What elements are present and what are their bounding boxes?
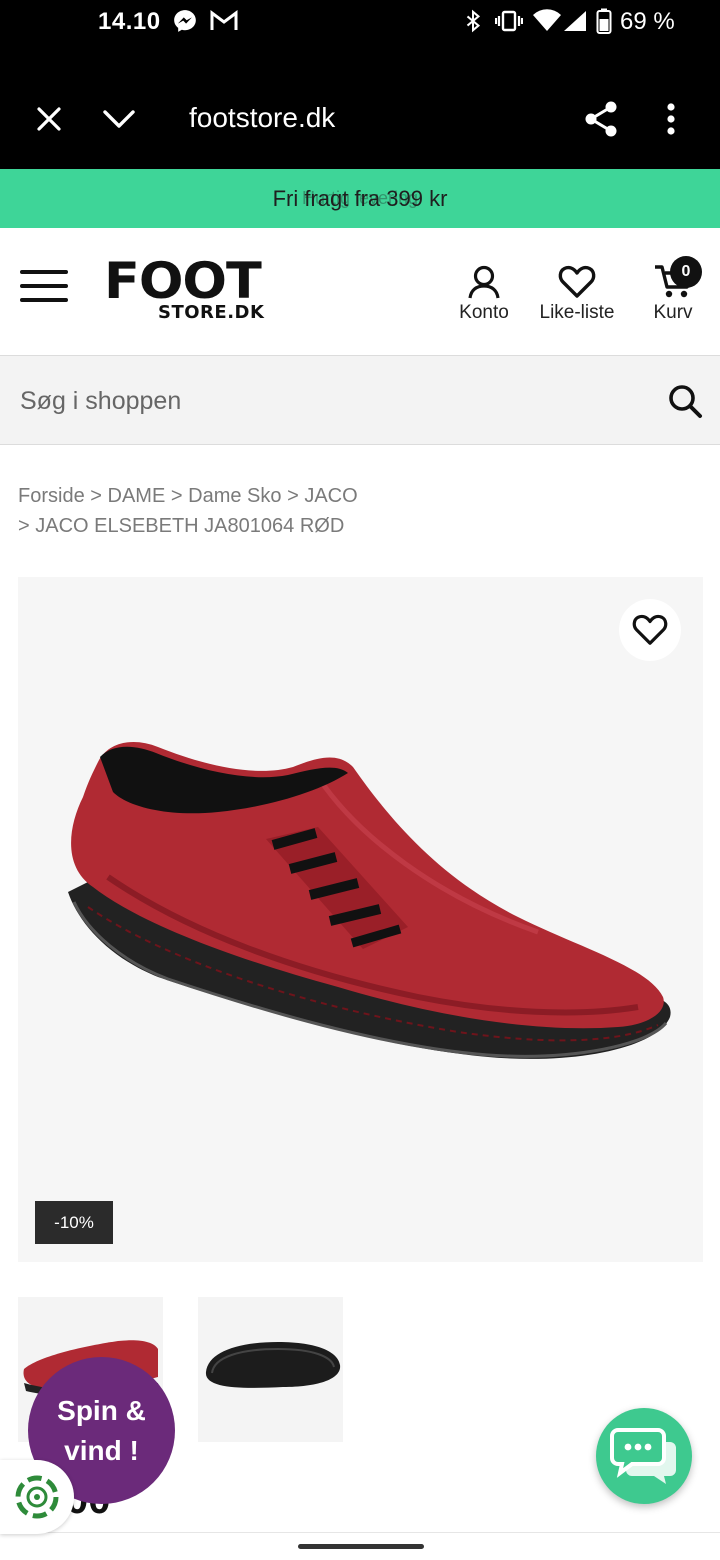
battery-icon [596, 8, 612, 34]
hamburger-line [20, 298, 68, 302]
breadcrumb-separator: > [18, 515, 30, 537]
red-shoe-image [68, 742, 671, 1059]
status-bar: 14.10 69 % [0, 0, 720, 44]
more-vert-icon[interactable] [660, 100, 682, 138]
spin-line-1: Spin & [57, 1394, 146, 1426]
account-label: Konto [459, 302, 509, 323]
heart-icon [558, 265, 596, 298]
battery-percent: 69 % [620, 8, 675, 35]
chat-bubble-icon [610, 1428, 676, 1484]
home-indicator[interactable] [298, 1544, 424, 1549]
signal-icon [562, 8, 588, 34]
logo-store-text: STORE.DK [158, 302, 265, 323]
product-image[interactable]: -10% [18, 577, 703, 1262]
user-icon [468, 265, 500, 299]
breadcrumb-current: JACO ELSEBETH JA801064 RØD [35, 515, 345, 537]
discount-badge: -10% [35, 1201, 113, 1244]
breadcrumb-item-jaco[interactable]: JACO [304, 485, 357, 507]
breadcrumb-item-dame[interactable]: DAME [108, 485, 166, 507]
wishlist-button[interactable]: Like-liste [530, 264, 624, 324]
bluetooth-icon [462, 8, 484, 34]
shoe-sole-thumbnail [205, 1342, 341, 1388]
logo-foot-text: FOOT [104, 252, 262, 310]
status-time: 14.10 [98, 8, 161, 35]
spin-line-2: vind ! [64, 1434, 139, 1466]
menu-button[interactable] [20, 268, 68, 304]
search-bar [0, 355, 720, 445]
add-to-wishlist-button[interactable] [619, 599, 681, 661]
gmail-icon [210, 8, 238, 34]
footstore-logo[interactable]: FOOT STORE.DK [104, 256, 282, 326]
wishlist-label: Like-liste [539, 302, 615, 323]
heart-icon [632, 614, 668, 645]
promo-text: Fri fragt fra 399 kr [272, 185, 448, 211]
divider [0, 1532, 720, 1533]
url-text[interactable]: footstore.dk [189, 102, 335, 134]
promo-banner: Hurtig levering Fri fragt fra 399 kr [0, 169, 720, 228]
breadcrumb-item-dame-sko[interactable]: Dame Sko [188, 485, 281, 507]
breadcrumb-separator: > [287, 485, 299, 507]
search-input[interactable] [20, 382, 640, 420]
close-icon[interactable] [30, 100, 68, 138]
spin-wheel-icon [15, 1475, 59, 1519]
thumbnail-sole-view[interactable] [198, 1297, 343, 1442]
chevron-down-icon[interactable] [100, 102, 138, 136]
vibrate-icon [495, 8, 523, 34]
wifi-icon [532, 8, 562, 34]
breadcrumb: Forside > DAME > Dame Sko > JACO > JACO … [18, 481, 708, 541]
browser-toolbar: footstore.dk [0, 44, 720, 169]
breadcrumb-separator: > [90, 485, 102, 507]
hamburger-line [20, 270, 68, 274]
site-header: FOOT STORE.DK Konto Like-liste Kurv [0, 228, 720, 355]
chat-button[interactable] [596, 1408, 692, 1504]
share-icon[interactable] [582, 99, 620, 139]
cart-label: Kurv [653, 302, 693, 323]
breadcrumb-item-forside[interactable]: Forside [18, 485, 85, 507]
account-button[interactable]: Konto [452, 264, 516, 324]
cart-count-badge: 0 [670, 256, 702, 288]
search-icon[interactable] [664, 380, 706, 422]
hamburger-line [20, 284, 68, 288]
breadcrumb-separator: > [170, 485, 183, 507]
spin-wheel-button[interactable] [0, 1460, 74, 1534]
messenger-icon [172, 8, 198, 34]
